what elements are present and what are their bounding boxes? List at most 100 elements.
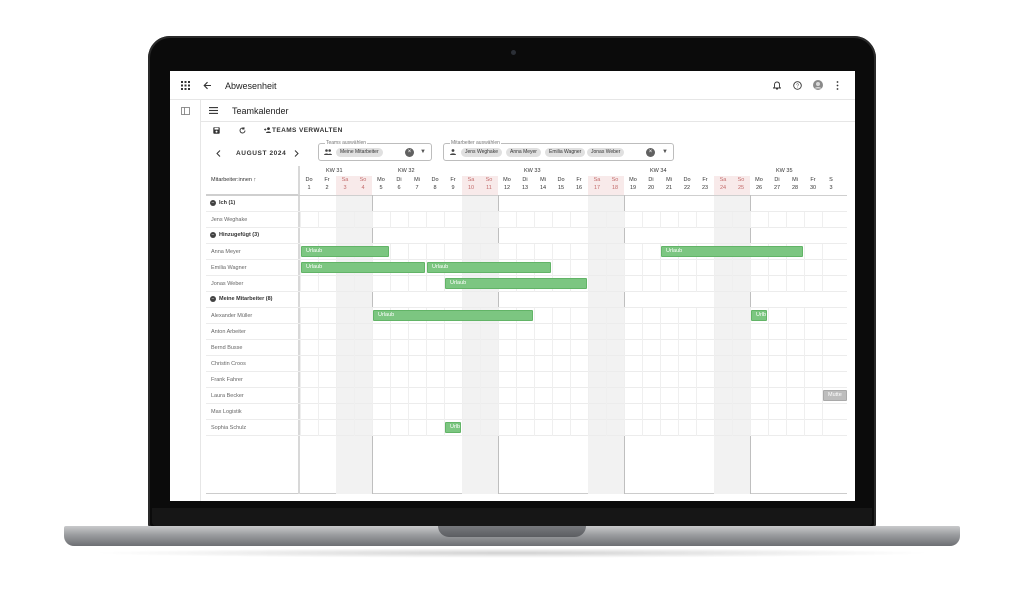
absence-bar[interactable]: Urlaub [301, 246, 389, 257]
day-cell[interactable] [624, 356, 642, 372]
day-cell[interactable] [480, 420, 498, 436]
day-cell[interactable] [534, 372, 552, 388]
day-cell[interactable] [588, 244, 606, 260]
day-cell[interactable] [606, 212, 624, 228]
day-cell[interactable] [372, 356, 390, 372]
day-cell[interactable] [786, 404, 804, 420]
day-cell[interactable] [642, 420, 660, 436]
day-cell[interactable] [408, 340, 426, 356]
day-cell[interactable] [480, 372, 498, 388]
day-cell[interactable] [642, 388, 660, 404]
day-cell[interactable] [696, 308, 714, 324]
day-cell[interactable] [426, 372, 444, 388]
day-cell[interactable] [300, 420, 318, 436]
more-icon[interactable] [836, 81, 839, 90]
clear-staff-icon[interactable]: × [646, 148, 655, 157]
day-cell[interactable] [426, 212, 444, 228]
day-cell[interactable] [768, 212, 786, 228]
day-cell[interactable] [588, 308, 606, 324]
day-cell[interactable] [786, 276, 804, 292]
day-cell[interactable] [462, 324, 480, 340]
absence-bar[interactable]: Urlb [751, 310, 767, 321]
day-cell[interactable] [732, 324, 750, 340]
day-cell[interactable] [642, 276, 660, 292]
day-cell[interactable] [606, 308, 624, 324]
day-cell[interactable] [768, 324, 786, 340]
day-cell[interactable] [516, 340, 534, 356]
absence-bar[interactable]: Urlaub [373, 310, 533, 321]
day-cell[interactable] [804, 404, 822, 420]
day-cell[interactable] [768, 276, 786, 292]
day-cell[interactable] [336, 388, 354, 404]
day-cell[interactable] [462, 372, 480, 388]
day-cell[interactable] [678, 420, 696, 436]
staff-select[interactable]: Mitarbeiter auswählen Jens Weghake Anna … [443, 140, 674, 161]
day-cell[interactable] [588, 420, 606, 436]
day-cell[interactable] [570, 324, 588, 340]
absence-bar[interactable]: Urlaub [445, 278, 587, 289]
day-cell[interactable] [354, 324, 372, 340]
day-cell[interactable] [354, 212, 372, 228]
day-cell[interactable] [678, 308, 696, 324]
day-cell[interactable] [498, 212, 516, 228]
day-cell[interactable] [390, 356, 408, 372]
day-cell[interactable] [390, 388, 408, 404]
day-cell[interactable] [516, 324, 534, 340]
day-cell[interactable] [390, 324, 408, 340]
refresh-icon[interactable] [239, 127, 246, 134]
day-cell[interactable] [498, 388, 516, 404]
day-cell[interactable] [516, 420, 534, 436]
day-cell[interactable] [354, 420, 372, 436]
day-cell[interactable] [408, 404, 426, 420]
day-cell[interactable] [624, 276, 642, 292]
day-cell[interactable] [714, 276, 732, 292]
staff-chip[interactable]: Anna Meyer [506, 148, 541, 157]
day-cell[interactable] [318, 340, 336, 356]
day-cell[interactable] [732, 260, 750, 276]
day-cell[interactable] [660, 372, 678, 388]
day-cell[interactable] [624, 308, 642, 324]
day-cell[interactable] [696, 260, 714, 276]
day-cell[interactable] [588, 340, 606, 356]
day-cell[interactable] [498, 420, 516, 436]
day-cell[interactable] [426, 420, 444, 436]
day-cell[interactable] [318, 324, 336, 340]
day-cell[interactable] [408, 372, 426, 388]
day-cell[interactable] [354, 308, 372, 324]
day-cell[interactable] [534, 212, 552, 228]
day-cell[interactable] [768, 340, 786, 356]
day-cell[interactable] [408, 212, 426, 228]
group-row[interactable]: − Ich (1) [206, 196, 847, 212]
day-cell[interactable] [498, 404, 516, 420]
day-cell[interactable] [786, 260, 804, 276]
day-cell[interactable] [696, 340, 714, 356]
back-icon[interactable] [203, 81, 212, 90]
staff-dropdown-icon[interactable]: ▼ [662, 149, 668, 155]
day-cell[interactable] [570, 212, 588, 228]
day-cell[interactable] [354, 356, 372, 372]
chevron-left-icon[interactable] [216, 150, 221, 157]
day-cell[interactable] [660, 276, 678, 292]
day-cell[interactable] [732, 420, 750, 436]
day-cell[interactable] [660, 420, 678, 436]
day-cell[interactable] [516, 388, 534, 404]
day-cell[interactable] [534, 356, 552, 372]
day-cell[interactable] [822, 324, 840, 340]
day-cell[interactable] [804, 212, 822, 228]
group-add-icon[interactable] [264, 127, 272, 133]
day-cell[interactable] [570, 260, 588, 276]
day-cell[interactable] [498, 340, 516, 356]
day-cell[interactable] [660, 356, 678, 372]
day-cell[interactable] [714, 388, 732, 404]
day-cell[interactable] [552, 404, 570, 420]
day-cell[interactable] [714, 212, 732, 228]
day-cell[interactable] [786, 388, 804, 404]
day-cell[interactable] [678, 260, 696, 276]
day-cell[interactable] [804, 356, 822, 372]
day-cell[interactable] [804, 324, 822, 340]
day-cell[interactable] [336, 324, 354, 340]
day-cell[interactable] [444, 388, 462, 404]
day-cell[interactable] [732, 212, 750, 228]
day-cell[interactable] [300, 404, 318, 420]
day-cell[interactable] [354, 404, 372, 420]
